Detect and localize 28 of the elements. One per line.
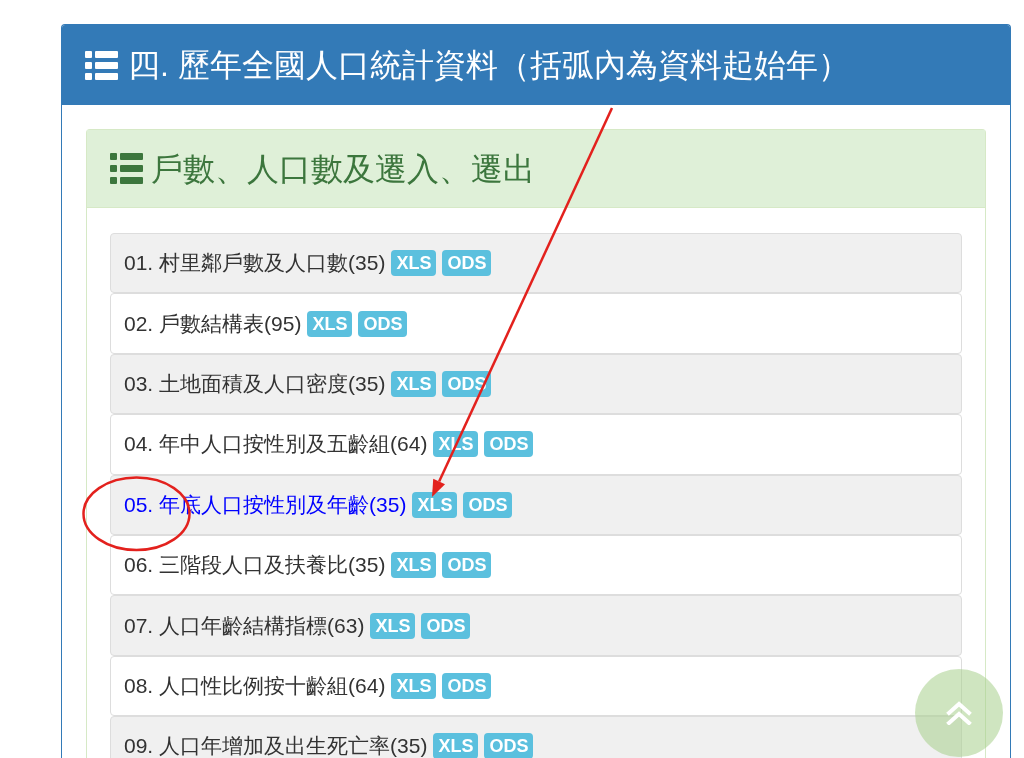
dataset-link[interactable]: 04. 年中人口按性別及五齡組(64) [124,431,428,458]
file-format-link[interactable]: XLS [307,310,353,337]
dataset-link[interactable]: 06. 三階段人口及扶養比(35) [124,552,386,579]
dataset-link[interactable]: 07. 人口年齡結構指標(63) [124,612,365,639]
file-format-link[interactable]: ODS [358,310,408,337]
file-format-link[interactable]: ODS [442,552,492,579]
file-format-link[interactable]: XLS [391,370,437,397]
file-format-link[interactable]: ODS [484,431,534,458]
file-format-link[interactable]: ODS [484,733,534,758]
file-format-link[interactable]: ODS [442,672,492,699]
dataset-link[interactable]: 02. 戶數結構表(95) [124,310,302,337]
file-format-link[interactable]: XLS [433,733,479,758]
dataset-link[interactable]: 08. 人口性比例按十齡組(64) [124,672,386,699]
file-format-link[interactable]: ODS [442,250,492,277]
dataset-link[interactable]: 01. 村里鄰戶數及人口數(35) [124,250,386,277]
list-icon [85,50,118,80]
file-format-link[interactable]: ODS [463,491,513,518]
file-format-link[interactable]: XLS [391,672,437,699]
dataset-link[interactable]: 03. 土地面積及人口密度(35) [124,370,386,397]
file-format-link[interactable]: ODS [421,612,471,639]
file-format-link[interactable]: XLS [412,491,458,518]
list-icon [110,153,143,184]
file-format-link[interactable]: XLS [370,612,416,639]
panel-title: 四. 歷年全國人口統計資料（括弧內為資料起始年） [128,46,850,85]
dataset-link[interactable]: 09. 人口年增加及出生死亡率(35) [124,733,428,758]
file-format-link[interactable]: XLS [391,552,437,579]
section-title: 戶數、人口數及遷入、遷出 [151,149,535,189]
file-format-link[interactable]: XLS [391,250,437,277]
